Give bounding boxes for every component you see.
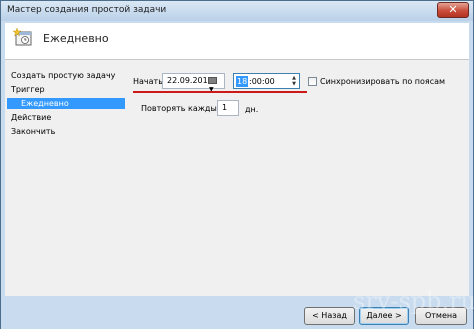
- start-time-hours[interactable]: 18: [236, 76, 249, 87]
- chevron-down-icon: ▼: [209, 86, 214, 93]
- steps-panel: Создать простую задачу Триггер Ежедневно…: [5, 60, 125, 296]
- start-date-value: 22.09.2016: [167, 76, 213, 85]
- repeat-label: Повторять каждые:: [141, 104, 225, 113]
- repeat-unit: дн.: [245, 105, 259, 114]
- start-time-minutes-seconds[interactable]: :00:00: [249, 76, 275, 87]
- repeat-every-input[interactable]: 1: [217, 100, 239, 116]
- step-trigger[interactable]: Триггер: [11, 84, 45, 95]
- sync-timezones-checkbox[interactable]: [308, 77, 317, 86]
- watermark: srv-spb.ru: [353, 287, 474, 315]
- sync-timezones-label[interactable]: Синхронизировать по поясам: [320, 77, 445, 86]
- step-action[interactable]: Действие: [11, 112, 51, 123]
- page-title: Ежедневно: [43, 32, 109, 45]
- close-icon: ✕: [448, 3, 458, 16]
- wizard-content: Создать простую задачу Триггер Ежедневно…: [5, 60, 469, 296]
- step-finish[interactable]: Закончить: [11, 126, 55, 137]
- step-create-task[interactable]: Создать простую задачу: [11, 70, 115, 81]
- close-button[interactable]: ✕: [437, 2, 469, 18]
- settings-panel: Начать: 22.09.2016 ▼ 18 :00:00 ▲ ▼ Синхр…: [125, 60, 469, 296]
- task-wizard-icon: [13, 28, 32, 46]
- time-spinner[interactable]: ▲ ▼: [290, 75, 298, 87]
- repeat-every-value: 1: [222, 103, 228, 112]
- title-bar[interactable]: Мастер создания простой задачи ✕: [1, 1, 473, 21]
- start-time-field[interactable]: 18 :00:00 ▲ ▼: [233, 73, 300, 89]
- wizard-header: Ежедневно: [5, 23, 469, 60]
- spin-down-icon[interactable]: ▼: [290, 81, 298, 87]
- start-date-picker[interactable]: 22.09.2016 ▼: [162, 73, 225, 93]
- back-button[interactable]: < Назад: [304, 307, 355, 325]
- highlight-underline: [133, 91, 307, 93]
- calendar-dropdown-button[interactable]: ▼: [208, 76, 222, 93]
- calendar-icon: [208, 77, 217, 84]
- wizard-window: Мастер создания простой задачи ✕ Ежеднев…: [0, 0, 474, 329]
- step-daily[interactable]: Ежедневно: [7, 98, 125, 109]
- window-title: Мастер создания простой задачи: [7, 5, 167, 15]
- start-label: Начать:: [133, 77, 166, 86]
